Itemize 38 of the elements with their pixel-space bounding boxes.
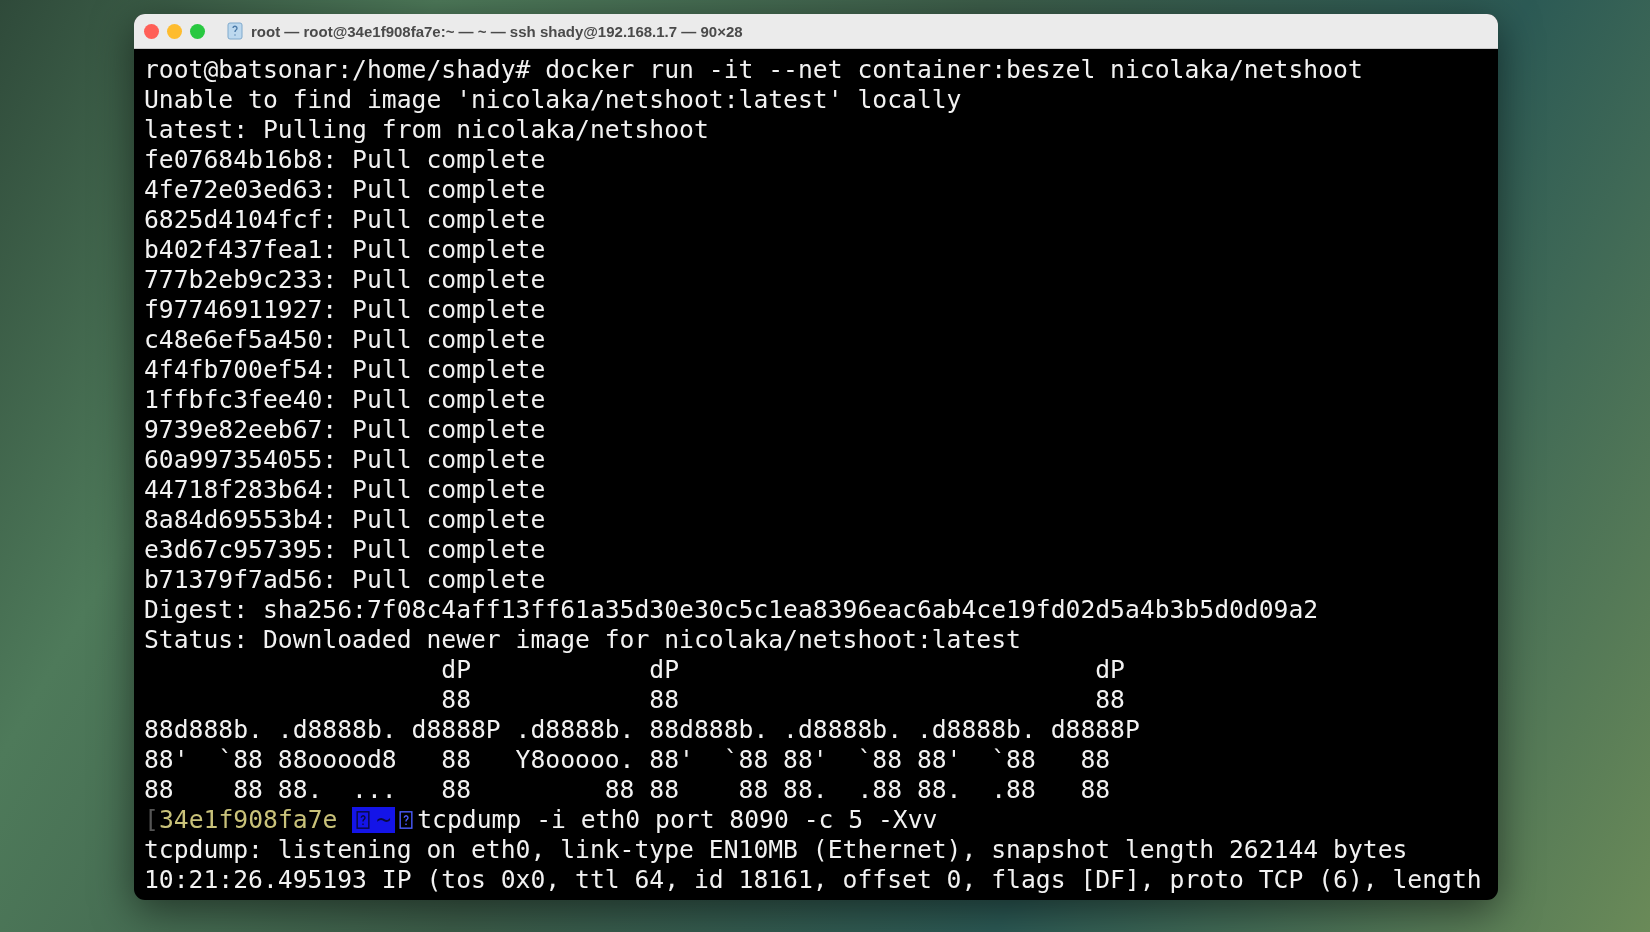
terminal-line: 88' `88 88ooood8 88 Y8ooooo. 88' `88 88' `88 88' `88 88 — [144, 745, 1112, 775]
terminal-line: f97746911927: Pull complete — [144, 295, 547, 325]
terminal-line: fe07684b16b8: Pull complete — [144, 145, 547, 175]
missing-glyph-icon — [356, 809, 371, 831]
terminal-line: 8a84d69553b4: Pull complete — [144, 505, 547, 535]
prompt-host: 34e1f908fa7e — [159, 805, 338, 835]
terminal-line: 1ffbfc3fee40: Pull complete — [144, 385, 547, 415]
terminal-line: 88 88 88 — [440, 685, 1126, 715]
zoom-button[interactable] — [190, 23, 205, 39]
terminal-line: 60a997354055: Pull complete — [144, 445, 547, 475]
terminal-line: dP dP dP — [440, 655, 1126, 685]
terminal-line: e3d67c957395: Pull complete — [144, 535, 547, 565]
terminal-line: 4fe72e03ed63: Pull complete — [144, 175, 547, 205]
missing-glyph-icon — [399, 809, 414, 831]
terminal-line: c48e6ef5a450: Pull complete — [144, 325, 547, 355]
terminal-line: 10:21:26.495193 IP (tos 0x0, ttl 64, id 18161, offset 0, flags [DF], proto TCP (6), length — [144, 865, 1483, 895]
close-button[interactable] — [144, 23, 159, 39]
terminal-line: 6825d4104fcf: Pull complete — [144, 205, 547, 235]
terminal-line: root@batsonar:/home/shady# docker run -it --net container:beszel nicolaka/netshoot — [144, 55, 1364, 85]
bracket-text: [ — [144, 805, 159, 835]
terminal-line: latest: Pulling from nicolaka/netshoot — [144, 115, 710, 145]
terminal-line: 88 88 88. ... 88 88 88 88 88. .88 88. .88 88 — [144, 775, 1112, 805]
terminal-line: 4f4fb700ef54: Pull complete — [144, 355, 547, 385]
terminal-line: 9739e82eeb67: Pull complete — [144, 415, 547, 445]
terminal-command: tcpdump -i eth0 port 8090 -c 5 -Xvv — [417, 805, 938, 835]
terminal-line: Status: Downloaded newer image for nicolaka/netshoot:latest — [144, 625, 1022, 655]
window-title: root — root@34e1f908fa7e:~ — ~ — ssh shady@192.168.1.7 — 90×28 — [251, 22, 743, 40]
terminal-line: 88d888b. .d8888b. d8888P .d8888b. 88d888b. .d8888b. .d8888b. d8888P — [144, 715, 1141, 745]
terminal-line: Unable to find image 'nicolaka/netshoot:latest' locally — [144, 85, 963, 115]
document-icon — [227, 22, 243, 40]
terminal-line: b402f437fea1: Pull complete — [144, 235, 547, 265]
terminal-line: tcpdump: listening on eth0, link-type EN10MB (Ethernet), snapshot length 262144 bytes — [144, 835, 1409, 865]
terminal-line: 44718f283b64: Pull complete — [144, 475, 547, 505]
minimize-button[interactable] — [167, 23, 182, 39]
prompt-directory-segment: ~ — [352, 807, 396, 833]
terminal-line: Digest: sha256:7f08c4aff13ff61a35d30e30c5c1ea8396eac6ab4ce19fd02d5a4b3b5d0d09a2 — [144, 595, 1320, 625]
terminal-line: b71379f7ad56: Pull complete — [144, 565, 547, 595]
terminal-line: 777b2eb9c233: Pull complete — [144, 265, 547, 295]
